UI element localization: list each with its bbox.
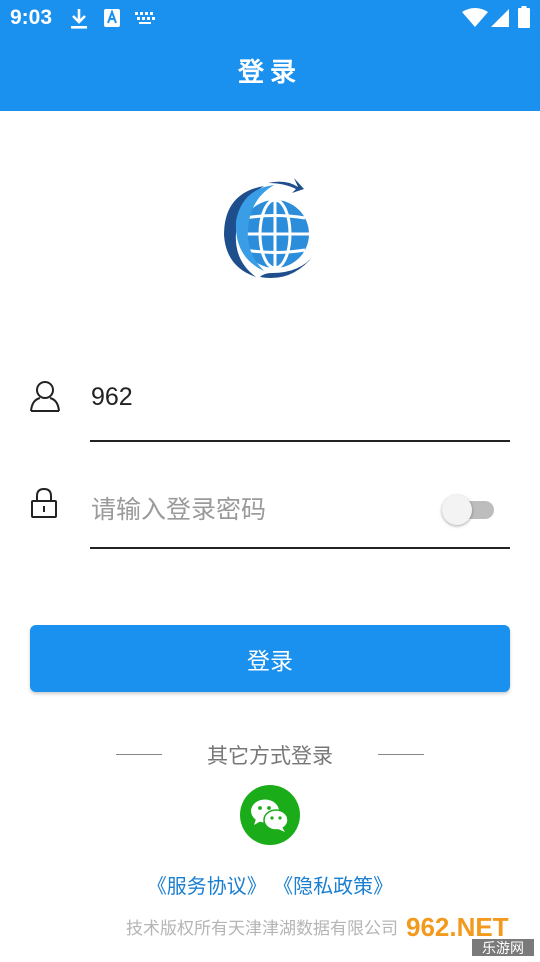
- user-icon: [30, 381, 60, 412]
- privacy-link[interactable]: 《隐私政策》: [273, 874, 393, 898]
- password-underline: [90, 547, 510, 549]
- login-button[interactable]: 登录: [30, 625, 510, 692]
- lock-icon: [31, 487, 57, 518]
- app-header: 9:03 登录: [0, 0, 540, 111]
- wechat-login-button[interactable]: [240, 785, 300, 845]
- signal-icon: [491, 9, 509, 27]
- show-password-toggle[interactable]: [442, 493, 496, 525]
- username-input[interactable]: 962: [91, 383, 133, 412]
- terms-link[interactable]: 《服务协议》: [147, 874, 267, 898]
- wechat-icon: [251, 799, 289, 832]
- other-login-label: 其它方式登录: [207, 744, 333, 768]
- toggle-thumb: [442, 495, 472, 525]
- watermark-brand: 962.NET: [406, 912, 509, 942]
- page-title: 登录: [237, 58, 302, 88]
- divider-right: [378, 754, 424, 755]
- wifi-icon: [462, 8, 488, 27]
- font-icon: [104, 9, 120, 27]
- site-watermark: 962.NET 乐游网: [400, 910, 538, 958]
- password-input[interactable]: 请输入登录密码: [91, 490, 266, 526]
- copyright-text: 技术版权所有天津津湖数据有限公司: [126, 919, 398, 939]
- status-time: 9:03: [10, 6, 53, 29]
- watermark-sub: 乐游网: [482, 941, 524, 957]
- status-bar: 9:03: [0, 0, 540, 37]
- app-logo: [224, 178, 314, 279]
- watermark-logo: 962.NET 乐游网: [402, 912, 536, 957]
- download-icon: [71, 9, 87, 29]
- keyboard-icon: [135, 12, 155, 24]
- username-underline: [90, 440, 510, 442]
- agreement-links: 《服务协议》 《隐私政策》: [0, 870, 540, 899]
- battery-icon: [518, 6, 530, 28]
